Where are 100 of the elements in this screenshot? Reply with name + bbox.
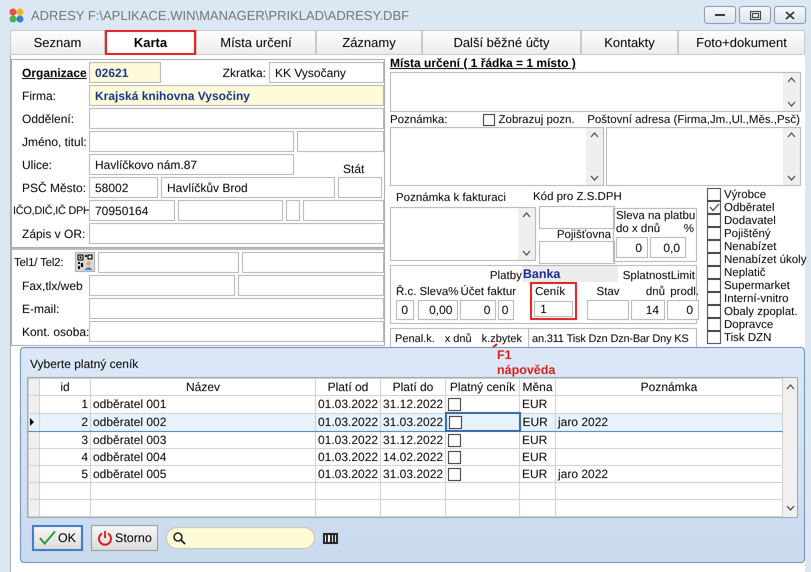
input-field[interactable]: 0: [396, 300, 414, 320]
checkbox-label: Supermarket: [724, 280, 790, 292]
input-field[interactable]: 70950164: [89, 200, 175, 221]
close-button[interactable]: [774, 6, 806, 24]
field-label: Organizace: [21, 64, 86, 82]
help-key: F1: [497, 348, 556, 363]
cancel-button[interactable]: Storno: [91, 525, 158, 551]
checkbox-label: Tisk DZN: [724, 332, 772, 344]
input-field[interactable]: 0: [460, 300, 496, 320]
tab[interactable]: Kontakty: [581, 30, 678, 55]
field-label: Jméno, titul:: [21, 134, 86, 150]
barcode-icon: [322, 532, 338, 544]
checkbox[interactable]: [707, 201, 721, 214]
checkbox[interactable]: [448, 468, 461, 480]
input-field[interactable]: 0: [667, 300, 700, 320]
input-field[interactable]: 0: [616, 237, 648, 258]
tab[interactable]: Seznam: [10, 30, 105, 55]
scrollbar[interactable]: [783, 128, 800, 185]
checkbox[interactable]: [707, 331, 721, 344]
input-field[interactable]: KK Vysočany: [269, 62, 384, 83]
column-label: Penal.k.: [395, 333, 435, 345]
chevron-up-icon: [786, 384, 794, 390]
input-field[interactable]: 0: [498, 300, 514, 320]
table-cell: 31.03.2022: [380, 466, 446, 482]
checkbox[interactable]: [707, 305, 721, 318]
field-label: Kód pro Z.S.DPH: [533, 190, 622, 205]
checkbox[interactable]: [707, 214, 721, 227]
input-field[interactable]: [338, 177, 382, 198]
input-field[interactable]: [539, 240, 615, 264]
search-icon: [172, 532, 186, 544]
table-cell: 31.03.2022: [380, 413, 446, 431]
checkbox[interactable]: [707, 227, 721, 240]
tab[interactable]: Záznamy: [316, 30, 422, 55]
checkbox[interactable]: [707, 188, 721, 201]
input-field[interactable]: [587, 300, 630, 320]
restore-icon: [750, 10, 760, 20]
input-field[interactable]: Krajská knihovna Vysočiny: [89, 85, 384, 106]
column-header[interactable]: Platný ceník: [446, 378, 520, 396]
column-header[interactable]: Měna: [520, 378, 556, 396]
input-field[interactable]: 14: [631, 300, 666, 320]
input-field[interactable]: [89, 275, 235, 296]
input-field[interactable]: [297, 131, 384, 152]
input-field[interactable]: [178, 200, 283, 221]
qr-contact-button[interactable]: [74, 252, 95, 272]
input-field[interactable]: 0,00: [418, 300, 458, 320]
input-field[interactable]: Havlíčkovo nám.87: [89, 154, 294, 175]
checkbox[interactable]: [448, 434, 461, 446]
checkbox[interactable]: [707, 292, 721, 305]
scrollbar[interactable]: [783, 378, 797, 517]
checkbox[interactable]: [707, 318, 721, 331]
input-field[interactable]: [238, 275, 384, 296]
input-field[interactable]: [89, 223, 384, 244]
table-cell: EUR: [520, 448, 556, 466]
input-field[interactable]: [539, 206, 615, 229]
field-label: Tel1/ Tel2:: [13, 256, 64, 270]
input-field[interactable]: 1: [534, 301, 574, 317]
field-label: Účet faktur: [460, 284, 516, 300]
minimize-icon: [715, 13, 725, 17]
column-header[interactable]: Název: [90, 378, 316, 396]
ok-button[interactable]: OK: [32, 525, 83, 551]
checkbox[interactable]: [448, 398, 461, 410]
column-header[interactable]: Platí od: [316, 378, 380, 396]
input-field[interactable]: [89, 298, 384, 319]
tab[interactable]: Karta: [105, 30, 196, 55]
input-field[interactable]: 02621: [89, 62, 161, 83]
input-field[interactable]: [89, 321, 384, 342]
input-field[interactable]: [303, 200, 384, 221]
input-field[interactable]: 0,0: [650, 237, 686, 258]
input-field[interactable]: [242, 252, 384, 273]
checkbox[interactable]: [707, 266, 721, 279]
input-field[interactable]: [286, 200, 300, 221]
input-field[interactable]: 58002: [89, 177, 158, 198]
input-field[interactable]: [89, 131, 294, 152]
checkbox[interactable]: [482, 114, 495, 126]
tab[interactable]: Foto+dokument: [678, 30, 805, 55]
scrollbar[interactable]: [586, 128, 603, 185]
scrollbar[interactable]: [518, 208, 535, 260]
checkbox[interactable]: [707, 240, 721, 253]
maximize-button[interactable]: [739, 6, 771, 24]
scrollbar[interactable]: [783, 73, 800, 111]
input-field[interactable]: [89, 108, 384, 129]
table-cell: 4: [40, 448, 90, 466]
checkbox[interactable]: [448, 416, 462, 428]
checkbox[interactable]: [448, 450, 461, 464]
search-field[interactable]: [166, 527, 315, 549]
table-cell: jaro 2022: [556, 413, 782, 431]
checkbox-label: Zobrazuj pozn.: [498, 114, 575, 126]
input-field[interactable]: Havlíčkův Brod: [161, 177, 335, 198]
field-label: Sleva na platbu: [616, 210, 694, 222]
column-header[interactable]: Poznámka: [556, 378, 782, 396]
table-cell: 01.03.2022: [316, 413, 380, 431]
column-header[interactable]: id: [40, 378, 90, 396]
checkbox[interactable]: [707, 253, 721, 266]
tab[interactable]: Další běžné účty: [422, 30, 581, 55]
column-header[interactable]: Platí do: [380, 378, 446, 396]
checkbox-label: Neplatič: [724, 266, 766, 278]
tab[interactable]: Místa určení: [196, 30, 316, 55]
minimize-button[interactable]: [704, 6, 736, 24]
input-field[interactable]: [98, 252, 240, 273]
checkbox[interactable]: [707, 279, 721, 292]
